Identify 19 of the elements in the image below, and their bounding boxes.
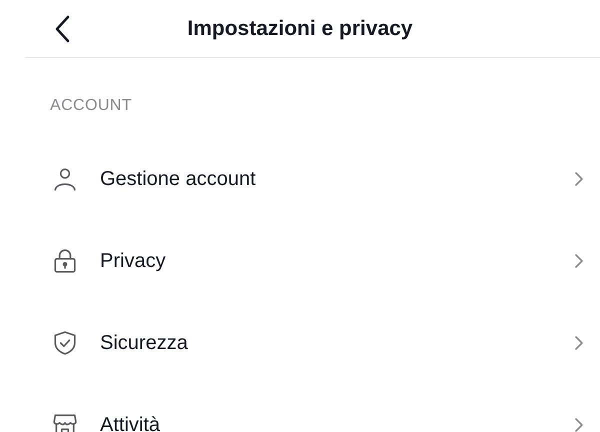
chevron-right-icon <box>574 335 584 351</box>
person-icon <box>52 166 78 192</box>
back-icon <box>54 14 70 42</box>
section-heading: ACCOUNT <box>50 96 132 116</box>
menu-item-label: Sicurezza <box>100 331 189 356</box>
chevron-right-icon <box>574 417 584 432</box>
menu-item-label: Privacy <box>100 249 167 274</box>
lock-icon <box>52 248 78 274</box>
menu-item[interactable]: Privacy <box>0 220 600 302</box>
menu-item-label: Attività <box>100 413 162 432</box>
shield-icon <box>52 330 78 356</box>
chevron-right-icon <box>574 171 584 187</box>
chevron-right-icon <box>574 253 584 269</box>
storefront-icon <box>52 412 78 432</box>
menu-item[interactable]: Attività <box>0 384 600 432</box>
menu-item[interactable]: Gestione account <box>0 138 600 220</box>
page-title: Impostazioni e privacy <box>187 16 413 42</box>
menu-item-label: Gestione account <box>100 167 257 192</box>
menu-item[interactable]: Sicurezza <box>0 302 600 384</box>
